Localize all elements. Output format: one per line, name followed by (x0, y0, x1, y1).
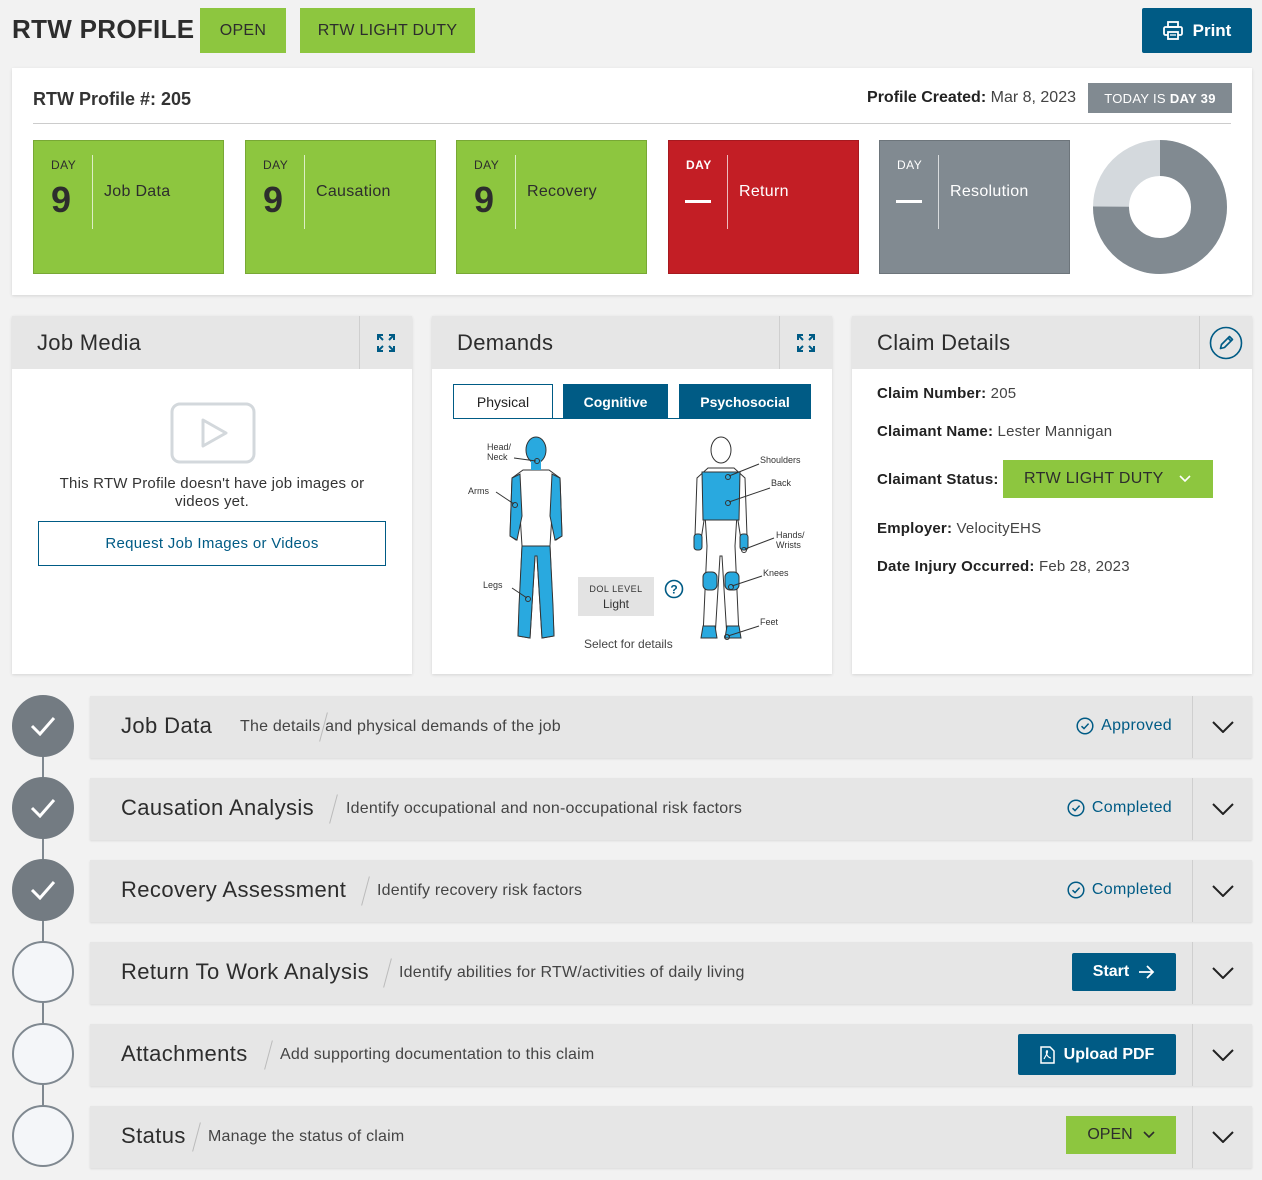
status-completed: Completed (1067, 799, 1172, 817)
label-legs[interactable]: Legs (483, 580, 503, 590)
step-pending-circle (12, 1105, 74, 1167)
label-knees[interactable]: Knees (763, 568, 789, 578)
tile-resolution[interactable]: DAY Resolution (879, 140, 1070, 274)
check-circle-icon (1076, 717, 1094, 735)
status-approved: Approved (1076, 717, 1172, 735)
tile-job-data[interactable]: DAY 9 Job Data (33, 140, 224, 274)
date-injury-occurred: Date Injury Occurred: Feb 28, 2023 (877, 558, 1130, 575)
check-icon (30, 799, 56, 818)
claim-details-panel: Claim Details Claim Number: 205 Claimant… (852, 316, 1252, 674)
expand-row-button[interactable] (1192, 1024, 1252, 1086)
step-complete-check (12, 695, 74, 757)
chevron-down-icon (1211, 721, 1234, 733)
profile-summary-card: RTW Profile #: 205 Profile Created: Mar … (12, 68, 1252, 295)
print-label: Print (1192, 20, 1232, 40)
step-recovery-assessment[interactable]: Recovery Assessment Identify recovery ri… (90, 860, 1252, 922)
chevron-down-icon (1211, 885, 1234, 897)
request-media-button[interactable]: Request Job Images or Videos (38, 521, 386, 566)
claim-number: Claim Number: 205 (877, 385, 1017, 402)
expand-row-button[interactable] (1192, 942, 1252, 1004)
progress-donut (1093, 140, 1227, 274)
label-head-neck[interactable]: Head/ Neck (487, 442, 511, 462)
claimant-status-dropdown[interactable]: RTW LIGHT DUTY (1003, 460, 1213, 498)
step-pending-circle (12, 1023, 74, 1085)
expand-button[interactable] (359, 316, 412, 369)
chevron-down-icon (1211, 1131, 1234, 1143)
chevron-down-icon (1211, 1049, 1234, 1061)
check-circle-icon (1067, 799, 1085, 817)
expand-row-button[interactable] (1192, 778, 1252, 840)
step-job-data[interactable]: Job Data The details and physical demand… (90, 696, 1252, 758)
status-open-dropdown[interactable]: OPEN (1066, 1116, 1176, 1154)
chevron-down-icon (1179, 475, 1191, 483)
tab-cognitive[interactable]: Cognitive (563, 384, 668, 419)
label-shoulders[interactable]: Shoulders (760, 455, 801, 465)
check-icon (30, 881, 56, 900)
page-title: RTW PROFILE (12, 14, 195, 44)
demands-header: Demands (432, 316, 832, 369)
open-status-tag[interactable]: OPEN (200, 8, 286, 53)
job-media-header: Job Media (12, 316, 412, 369)
chevron-down-icon (1211, 967, 1234, 979)
expand-icon (377, 333, 395, 352)
job-media-panel: Job Media This RTW Profile doesn't have … (12, 316, 412, 674)
today-day-badge: TODAY IS DAY 39 (1088, 83, 1232, 113)
no-day-dash (896, 200, 922, 203)
expand-icon (797, 333, 815, 352)
expand-row-button[interactable] (1192, 696, 1252, 758)
check-icon (30, 717, 56, 736)
expand-button[interactable] (779, 316, 832, 369)
video-placeholder-icon (170, 402, 256, 464)
tab-psychosocial[interactable]: Psychosocial (679, 384, 811, 419)
claimant-name: Claimant Name: Lester Mannigan (877, 423, 1113, 440)
demands-panel: Demands Physical Cognitive Psychosocial (432, 316, 832, 674)
status-completed: Completed (1067, 881, 1172, 899)
select-details-hint: Select for details (584, 637, 673, 651)
tile-causation[interactable]: DAY 9 Causation (245, 140, 436, 274)
label-back[interactable]: Back (771, 478, 791, 488)
claim-details-header: Claim Details (852, 316, 1252, 369)
pdf-file-icon (1039, 1045, 1055, 1064)
step-causation-analysis[interactable]: Causation Analysis Identify occupational… (90, 778, 1252, 840)
help-icon[interactable]: ? (664, 579, 684, 599)
label-hands-wrists[interactable]: Hands/ Wrists (776, 530, 805, 550)
step-complete-check (12, 777, 74, 839)
divider (33, 123, 1231, 124)
step-return-to-work-analysis[interactable]: Return To Work Analysis Identify abiliti… (90, 942, 1252, 1004)
no-day-dash (685, 200, 711, 203)
empty-media-text: This RTW Profile doesn't have job images… (59, 475, 365, 510)
tile-recovery[interactable]: DAY 9 Recovery (456, 140, 647, 274)
svg-text:?: ? (670, 583, 677, 597)
step-complete-check (12, 859, 74, 921)
expand-row-button[interactable] (1192, 1106, 1252, 1168)
tile-return[interactable]: DAY Return (668, 140, 859, 274)
profile-number: RTW Profile #: 205 (33, 89, 192, 109)
claimant-status-label: Claimant Status: (877, 471, 999, 488)
step-pending-circle (12, 941, 74, 1003)
chevron-down-icon (1211, 803, 1234, 815)
edit-claim-button[interactable] (1199, 316, 1252, 369)
label-feet[interactable]: Feet (760, 617, 778, 627)
upload-pdf-button[interactable]: Upload PDF (1018, 1034, 1176, 1075)
start-button[interactable]: Start (1072, 953, 1176, 991)
step-attachments[interactable]: Attachments Add supporting documentation… (90, 1024, 1252, 1086)
arrow-right-icon (1139, 965, 1155, 979)
label-arms[interactable]: Arms (468, 486, 489, 496)
dol-level-badge[interactable]: DOL LEVEL Light (578, 577, 654, 616)
print-button[interactable]: Print (1142, 8, 1252, 53)
pencil-icon (1209, 326, 1243, 359)
printer-icon (1162, 21, 1183, 40)
step-status[interactable]: Status Manage the status of claim OPEN (90, 1106, 1252, 1168)
expand-row-button[interactable] (1192, 860, 1252, 922)
employer: Employer: VelocityEHS (877, 520, 1042, 537)
rtw-light-duty-tag[interactable]: RTW LIGHT DUTY (300, 8, 475, 53)
tab-physical[interactable]: Physical (453, 384, 553, 419)
check-circle-icon (1067, 881, 1085, 899)
profile-created: Profile Created: Mar 8, 2023 (867, 89, 1076, 106)
chevron-down-icon (1143, 1131, 1155, 1139)
